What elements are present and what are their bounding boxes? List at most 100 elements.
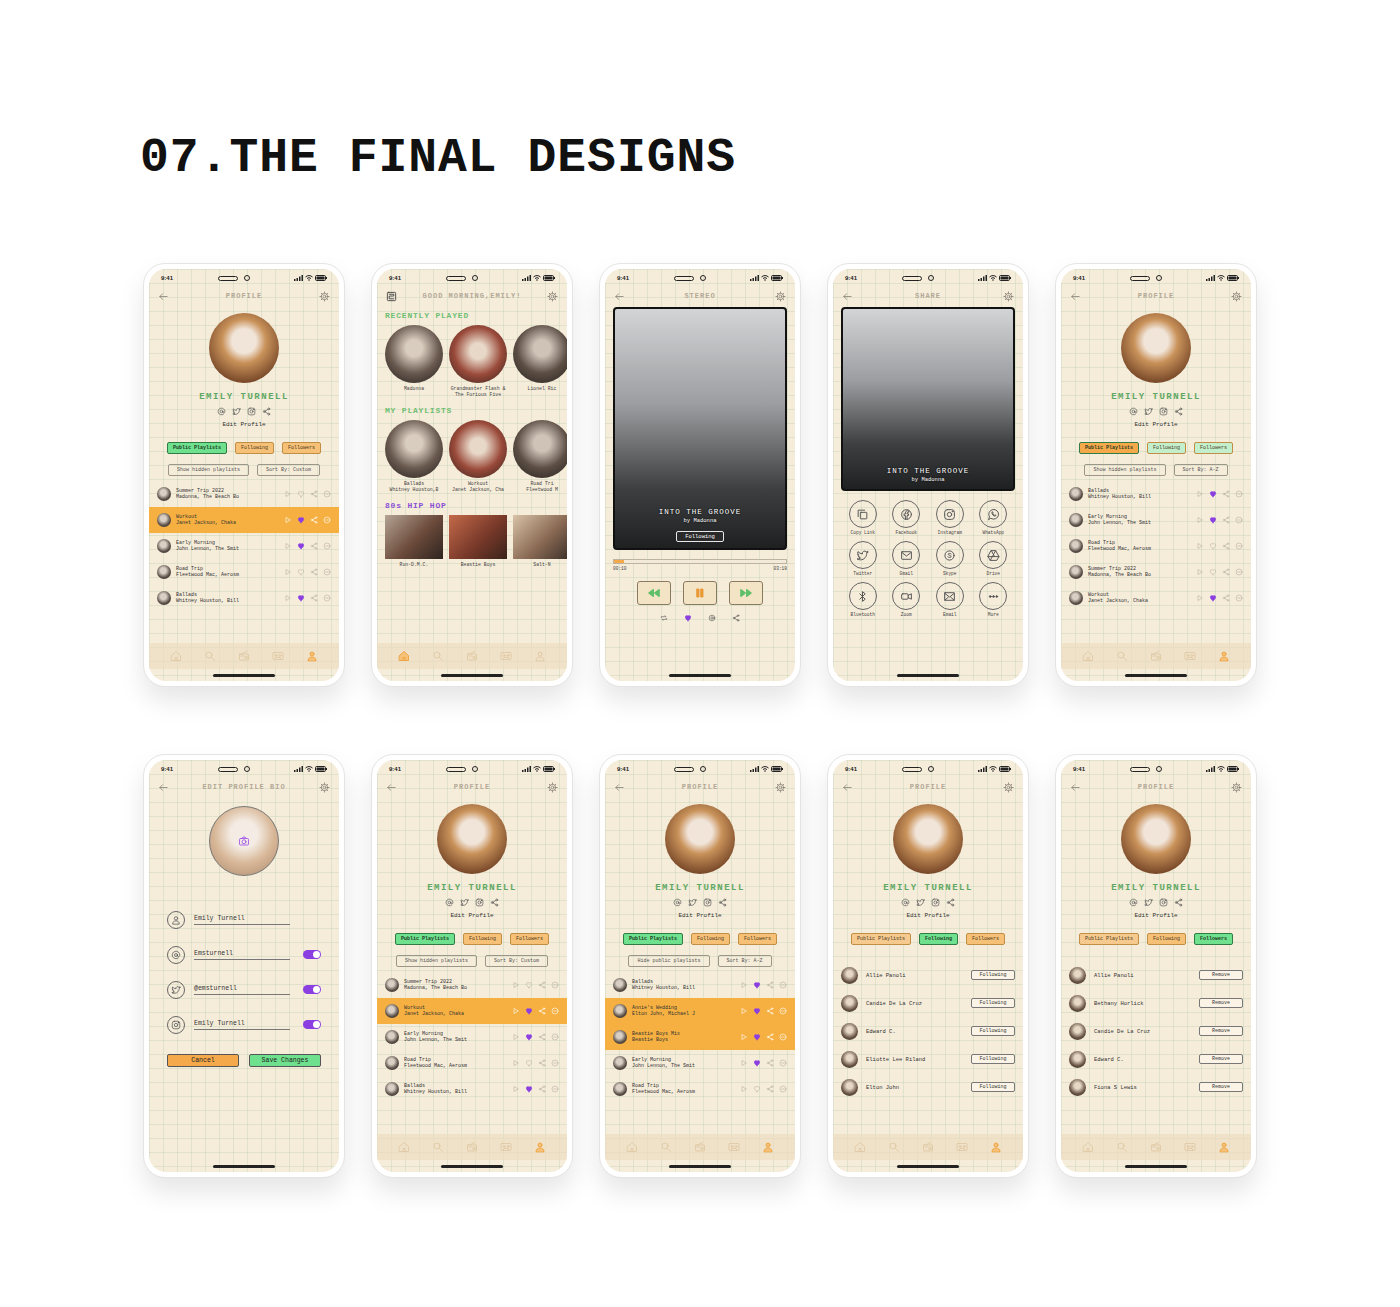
instagram-icon[interactable]: [247, 407, 256, 416]
pause-button[interactable]: [683, 581, 717, 605]
heart-icon[interactable]: [297, 490, 305, 498]
heart-icon[interactable]: [297, 568, 305, 576]
user-icon[interactable]: [1218, 650, 1230, 662]
search-icon[interactable]: [1116, 1141, 1128, 1153]
heart-icon[interactable]: [753, 1085, 761, 1093]
minus-icon[interactable]: [323, 594, 331, 602]
play-icon[interactable]: [512, 1059, 520, 1067]
threads-icon[interactable]: [673, 898, 682, 907]
heart-icon[interactable]: [525, 1085, 533, 1093]
heart-icon[interactable]: [1209, 490, 1217, 498]
play-icon[interactable]: [740, 981, 748, 989]
profile-tab[interactable]: Followers: [282, 442, 321, 454]
twitter-icon[interactable]: [1144, 407, 1153, 416]
heart-icon[interactable]: [1209, 568, 1217, 576]
minus-icon[interactable]: [779, 1085, 787, 1093]
gear-icon[interactable]: [1003, 782, 1014, 793]
filter-button[interactable]: Show hidden playlists: [168, 464, 249, 476]
playlist-row[interactable]: Early MorningJohn Lennon, The Smit: [149, 533, 339, 559]
user-icon[interactable]: [1218, 1141, 1230, 1153]
twitter-icon[interactable]: [916, 898, 925, 907]
playlist-row[interactable]: Early MorningJohn Lennon, The Smit: [1061, 507, 1251, 533]
field-input[interactable]: Emily Turnell: [194, 915, 290, 925]
playlist-row[interactable]: Road TripFleetwood Mac, Aerosm: [1061, 533, 1251, 559]
playlist-row[interactable]: WorkoutJanet Jackson, Chaka: [377, 998, 567, 1024]
heart-icon[interactable]: [525, 1033, 533, 1041]
home-icon[interactable]: [398, 650, 410, 662]
minus-icon[interactable]: [323, 490, 331, 498]
profile-tab[interactable]: Public Playlists: [167, 442, 227, 454]
cassette-icon[interactable]: [1184, 1141, 1196, 1153]
home-icon[interactable]: [170, 650, 182, 662]
play-icon[interactable]: [512, 1033, 520, 1041]
search-icon[interactable]: [888, 1141, 900, 1153]
play-icon[interactable]: [740, 1007, 748, 1015]
back-icon[interactable]: [842, 291, 853, 302]
form-button[interactable]: Save Changes: [249, 1054, 321, 1067]
twitter-icon[interactable]: [232, 407, 241, 416]
threads-icon[interactable]: [217, 407, 226, 416]
target-icon[interactable]: [708, 614, 716, 622]
back-icon[interactable]: [614, 291, 625, 302]
heart-icon[interactable]: [525, 1059, 533, 1067]
profile-tab[interactable]: Following: [1147, 933, 1186, 945]
share-option[interactable]: Twitter: [841, 541, 885, 576]
home-icon[interactable]: [1082, 1141, 1094, 1153]
person-action-button[interactable]: Remove: [1199, 970, 1243, 980]
playlist-row[interactable]: BalladsWhitney Houston, Bill: [377, 1076, 567, 1102]
share-icon[interactable]: [766, 981, 774, 989]
gear-icon[interactable]: [547, 291, 558, 302]
playlist-row[interactable]: Beastie Boys MixBeastie Boys: [605, 1024, 795, 1050]
edit-profile-link[interactable]: Edit Profile: [1069, 421, 1243, 428]
field-input[interactable]: @emsturnell: [194, 985, 290, 995]
play-icon[interactable]: [284, 542, 292, 550]
gear-icon[interactable]: [1231, 291, 1242, 302]
share-icon[interactable]: [310, 490, 318, 498]
cassette-icon[interactable]: [500, 650, 512, 662]
share-option[interactable]: Drive: [972, 541, 1016, 576]
minus-icon[interactable]: [323, 568, 331, 576]
heart-icon[interactable]: [684, 614, 692, 622]
heart-icon[interactable]: [297, 516, 305, 524]
person-action-button[interactable]: Following: [971, 998, 1015, 1008]
playlist-row[interactable]: WorkoutJanet Jackson, Chaka: [149, 507, 339, 533]
share-icon[interactable]: [538, 1085, 546, 1093]
instagram-icon[interactable]: [703, 898, 712, 907]
share-icon[interactable]: [262, 407, 271, 416]
radio-icon[interactable]: [694, 1141, 706, 1153]
edit-profile-link[interactable]: Edit Profile: [841, 912, 1015, 919]
back-icon[interactable]: [386, 782, 397, 793]
share-icon[interactable]: [310, 568, 318, 576]
minus-icon[interactable]: [323, 542, 331, 550]
filter-button[interactable]: Sort By: A-Z: [718, 955, 772, 967]
person-action-button[interactable]: Following: [971, 1026, 1015, 1036]
minus-icon[interactable]: [1235, 490, 1243, 498]
share-icon[interactable]: [490, 898, 499, 907]
repeat-icon[interactable]: [660, 614, 668, 622]
share-icon[interactable]: [538, 1059, 546, 1067]
instagram-icon[interactable]: [931, 898, 940, 907]
share-icon[interactable]: [1222, 542, 1230, 550]
home-icon[interactable]: [1082, 650, 1094, 662]
profile-tab[interactable]: Following: [235, 442, 274, 454]
share-icon[interactable]: [766, 1085, 774, 1093]
gear-icon[interactable]: [319, 291, 330, 302]
profile-tab[interactable]: Following: [691, 933, 730, 945]
profile-tab[interactable]: Followers: [510, 933, 549, 945]
profile-tab[interactable]: Public Playlists: [1079, 442, 1139, 454]
profile-tab[interactable]: Public Playlists: [851, 933, 911, 945]
home-icon[interactable]: [854, 1141, 866, 1153]
play-icon[interactable]: [512, 981, 520, 989]
field-input[interactable]: Emsturnell: [194, 950, 290, 960]
filter-button[interactable]: Show hidden playlists: [1084, 464, 1165, 476]
share-option[interactable]: Instagram: [928, 500, 972, 535]
search-icon[interactable]: [1116, 650, 1128, 662]
play-icon[interactable]: [1196, 568, 1204, 576]
threads-icon[interactable]: [901, 898, 910, 907]
profile-tab[interactable]: Following: [919, 933, 958, 945]
media-card[interactable]: BalladsWhitney Houston,B: [385, 420, 443, 493]
playlist-row[interactable]: Summer Trip 2022Madonna, The Beach Bo: [149, 481, 339, 507]
profile-photo-upload[interactable]: [209, 806, 279, 876]
cassette-icon[interactable]: [1184, 650, 1196, 662]
play-icon[interactable]: [284, 516, 292, 524]
